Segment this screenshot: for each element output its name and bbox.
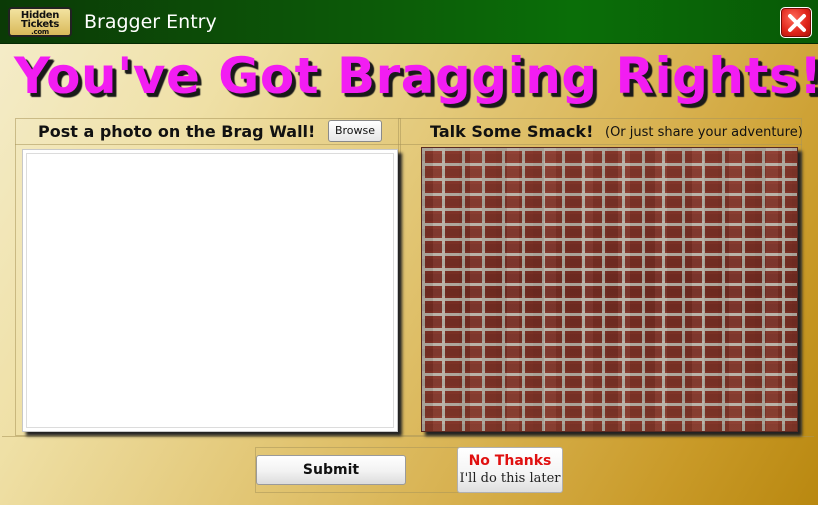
no-thanks-sublabel: I'll do this later [459, 471, 561, 486]
photo-section-title: Post a photo on the Brag Wall! [38, 122, 316, 141]
no-thanks-button[interactable]: No Thanks I'll do this later [457, 447, 563, 493]
logo-line-3: .com [31, 28, 49, 36]
photo-preview-area[interactable] [22, 149, 398, 432]
footer-frame [2, 436, 814, 437]
smack-section-subtitle: (Or just share your adventure) [605, 125, 803, 140]
close-button[interactable] [780, 7, 812, 38]
submit-button[interactable]: Submit [256, 455, 406, 485]
title-bar: Hidden Tickets .com Bragger Entry [0, 0, 818, 44]
bragger-entry-window: Hidden Tickets .com Bragger Entry You've… [0, 0, 818, 505]
photo-preview-inner [26, 153, 394, 428]
close-icon [788, 14, 806, 32]
window-title: Bragger Entry [84, 11, 217, 33]
hidden-tickets-logo: Hidden Tickets .com [8, 7, 72, 37]
browse-button[interactable]: Browse [328, 120, 382, 142]
no-thanks-label: No Thanks [468, 453, 552, 469]
smack-text-area[interactable] [421, 147, 798, 432]
headline: You've Got Bragging Rights! [14, 47, 818, 105]
content-area: You've Got Bragging Rights! Post a photo… [0, 44, 818, 505]
header-row-divider [15, 144, 802, 145]
brick-texture [422, 148, 797, 431]
smack-section-title: Talk Some Smack! [430, 122, 594, 141]
